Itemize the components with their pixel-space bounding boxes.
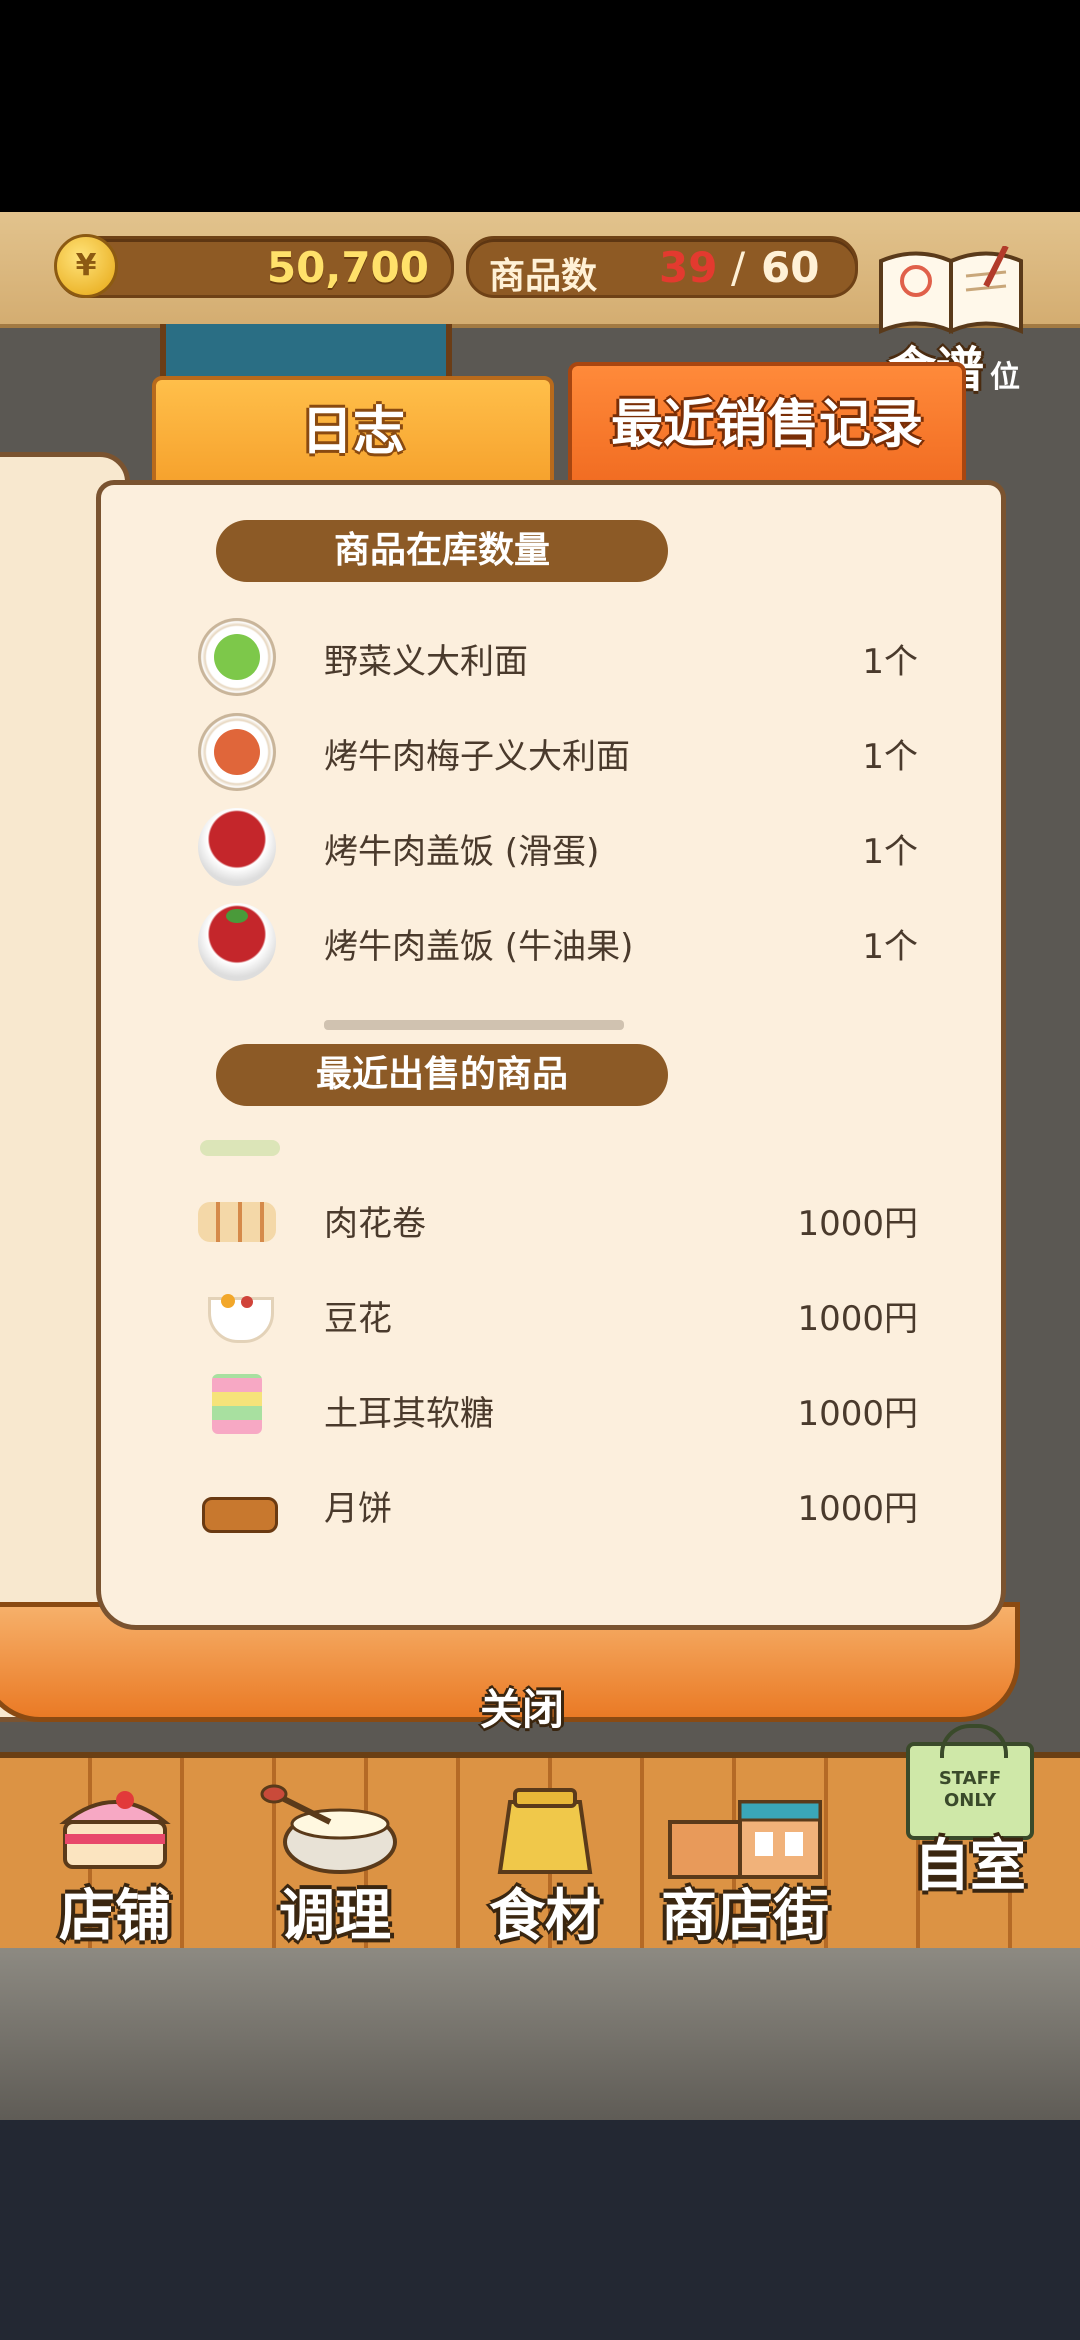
nav-label: 店铺 — [59, 1884, 171, 1949]
tab-diary[interactable]: 日志 — [152, 376, 554, 496]
list-item[interactable]: 烤牛肉梅子义大利面 1个 — [198, 707, 918, 797]
item-price: 1000円 — [797, 1394, 918, 1434]
item-name: 野菜义大利面 — [324, 642, 528, 682]
meat-roll-icon — [198, 1202, 276, 1242]
cake-icon — [59, 1791, 171, 1869]
list-item[interactable]: 月饼 1000円 — [198, 1459, 918, 1549]
nav-label: 商店街 — [661, 1884, 829, 1949]
mixing-bowl-icon — [260, 1784, 397, 1874]
item-quantity: 1个 — [862, 642, 918, 682]
nav-shop-button[interactable]: 店铺 — [30, 1782, 200, 1952]
item-quantity: 1个 — [862, 927, 918, 967]
nav-my-room-button[interactable]: STAFF ONLY 自室 — [880, 1724, 1060, 1932]
item-name: 烤牛肉梅子义大利面 — [324, 737, 630, 777]
mooncake-icon — [202, 1497, 278, 1533]
item-name: 土耳其软糖 — [324, 1394, 494, 1434]
list-item[interactable]: 土耳其软糖 1000円 — [198, 1364, 918, 1454]
sold-section-title: 最近出售的商品 — [216, 1044, 668, 1106]
item-name: 烤牛肉盖饭 (滑蛋) — [324, 832, 600, 872]
scroll-hidden-row — [324, 1020, 624, 1030]
vegetable-pasta-icon — [198, 618, 276, 696]
list-item[interactable]: 肉花卷 1000円 — [198, 1174, 918, 1264]
yen-coin-icon: ¥ — [54, 234, 118, 298]
item-name: 月饼 — [324, 1489, 392, 1529]
beef-rice-bowl-avocado-icon — [198, 903, 276, 981]
nav-label: 食材 — [489, 1884, 601, 1949]
list-item[interactable]: 野菜义大利面 1个 — [198, 612, 918, 702]
floor-area — [0, 1948, 1080, 2120]
status-bar-area — [0, 0, 1080, 212]
nav-shopping-street-button[interactable]: 商店街 — [630, 1782, 860, 1952]
beef-plum-pasta-icon — [198, 713, 276, 791]
list-item[interactable]: 烤牛肉盖饭 (牛油果) 1个 — [198, 897, 918, 987]
tofu-pudding-icon — [208, 1294, 274, 1343]
close-button[interactable]: 关闭 — [480, 1676, 564, 1737]
item-count-display: 商品数 39 / 60 — [466, 236, 858, 298]
turkish-delight-icon — [212, 1374, 262, 1434]
item-count-max: 60 — [761, 243, 820, 292]
nav-label: 自室 — [914, 1834, 1026, 1899]
item-count-separator: / — [731, 243, 746, 292]
rank-partial-label: 位 — [990, 360, 1020, 395]
tab-recent-sales[interactable]: 最近销售记录 — [568, 362, 966, 496]
list-item[interactable]: 豆花 1000円 — [198, 1269, 918, 1359]
item-price: 1000円 — [797, 1299, 918, 1339]
item-name: 烤牛肉盖饭 (牛油果) — [324, 927, 634, 967]
item-count-label: 商品数 — [489, 256, 598, 297]
nav-cook-button[interactable]: 调理 — [250, 1782, 420, 1952]
item-quantity: 1个 — [862, 832, 918, 872]
list-item[interactable]: 烤牛肉盖饭 (滑蛋) 1个 — [198, 802, 918, 892]
storefront-icon — [668, 1800, 822, 1879]
game-screen: 50,700 ¥ 商品数 39 / 60 食谱 位 日志 最近销售记录 商品在库… — [0, 212, 1080, 2120]
scroll-hidden-row — [200, 1140, 280, 1156]
item-price: 1000円 — [797, 1204, 918, 1244]
nav-label: 调理 — [279, 1884, 391, 1949]
item-count-current: 39 — [659, 243, 718, 292]
beef-rice-bowl-egg-icon — [198, 808, 276, 886]
item-quantity: 1个 — [862, 737, 918, 777]
item-name: 肉花卷 — [324, 1204, 426, 1244]
item-price: 1000円 — [797, 1489, 918, 1529]
stock-section-title: 商品在库数量 — [216, 520, 668, 582]
flour-bag-icon — [497, 1788, 593, 1874]
system-nav-area — [0, 2120, 1080, 2340]
nav-ingredients-button[interactable]: 食材 — [460, 1782, 630, 1952]
open-book-icon — [879, 246, 1023, 335]
money-value: 50,700 — [266, 243, 429, 292]
item-name: 豆花 — [324, 1299, 392, 1339]
staff-only-text: STAFF ONLY — [938, 1768, 1002, 1811]
